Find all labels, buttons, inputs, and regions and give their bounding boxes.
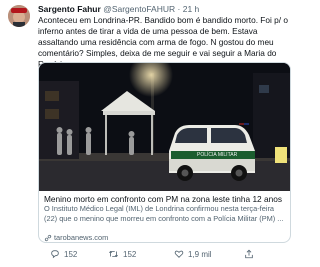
header-separator: · — [177, 4, 181, 14]
card-image: POLÍCIA MILITAR — [39, 63, 290, 191]
share-icon — [245, 249, 253, 259]
tweet-header: Sargento Fahur @SargentoFAHUR · 21 h — [38, 4, 296, 15]
retweet-icon — [109, 250, 118, 258]
tweet-actions: 152 152 1,9 mil — [38, 249, 294, 263]
card-title[interactable]: Menino morto em confronto com PM na zona… — [44, 194, 288, 204]
link-card[interactable]: POLÍCIA MILITAR Menino morto em confront… — [38, 62, 291, 243]
link-icon — [44, 234, 52, 241]
card-description: O Instituto Médico Legal (IML) de Londri… — [44, 204, 288, 224]
reply-icon — [51, 250, 59, 259]
author-name[interactable]: Sargento Fahur — [38, 4, 101, 14]
retweet-count: 152 — [123, 249, 137, 259]
like-count: 1,9 mil — [188, 249, 212, 259]
card-link[interactable]: tarobanews.com — [44, 233, 108, 242]
card-link-domain[interactable]: tarobanews.com — [54, 233, 108, 242]
reply-count: 152 — [64, 249, 78, 259]
avatar[interactable] — [8, 5, 30, 27]
card-description-line-1: O Instituto Médico Legal (IML) de Londri… — [44, 204, 275, 213]
like-icon — [174, 250, 184, 258]
vehicle-text: POLÍCIA MILITAR — [197, 151, 238, 158]
like-button[interactable]: 1,9 mil — [174, 249, 212, 259]
author-handle[interactable]: @SargentoFAHUR — [103, 4, 175, 14]
reply-button[interactable]: 152 — [50, 249, 77, 259]
share-button[interactable] — [244, 249, 254, 259]
tweet-timestamp[interactable]: 21 h — [183, 4, 200, 14]
card-description-line-2: (22) que o menino que morreu em confront… — [44, 214, 284, 223]
retweet-button[interactable]: 152 — [108, 249, 136, 259]
